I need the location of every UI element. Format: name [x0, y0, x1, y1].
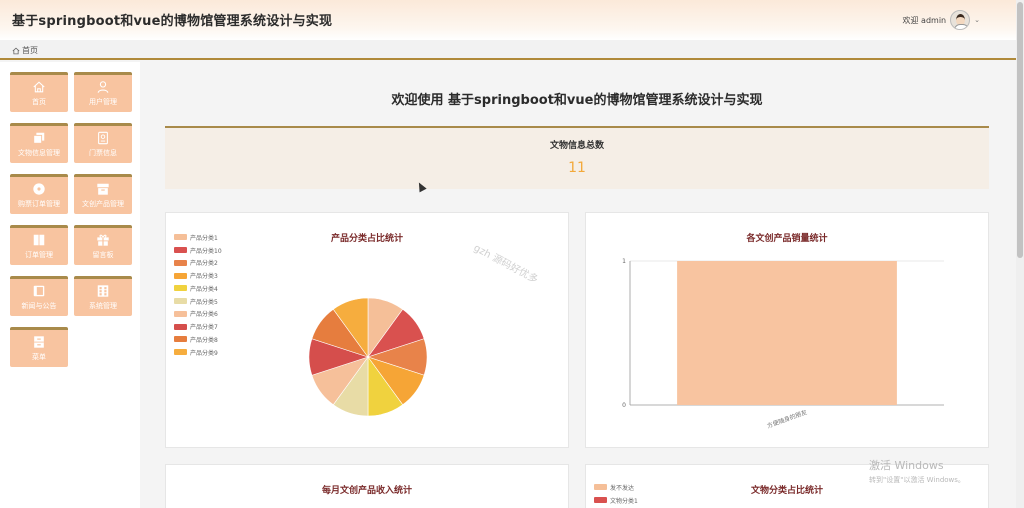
sidebar-item-home[interactable]: 首页 [10, 72, 68, 112]
sidebar-item-label: 留言板 [92, 251, 114, 259]
sidebar-item-ticket-orders[interactable]: 购票订单管理 [10, 174, 68, 214]
avatar[interactable] [950, 10, 971, 30]
sidebar-item-label: 文物信息管理 [18, 149, 60, 157]
ticket-icon [98, 131, 108, 145]
breadcrumb[interactable]: 首页 [12, 45, 38, 56]
sidebar-item-label: 系统管理 [89, 302, 117, 310]
sidebar-item-label: 订单管理 [25, 251, 53, 259]
scrollbar[interactable] [1016, 0, 1024, 508]
sidebar-item-label: 门票信息 [89, 149, 117, 157]
sidebar-item-users[interactable]: 用户管理 [74, 72, 132, 112]
home-icon [12, 47, 20, 54]
top-header: 基于springboot和vue的博物馆管理系统设计与实现 欢迎 admin ⌄ [0, 0, 1016, 40]
activation-title: 激活 Windows [869, 459, 944, 472]
sidebar-item-label: 菜单 [32, 353, 46, 361]
sidebar-item-label: 首页 [32, 98, 46, 106]
relic-count-card: 文物信息总数 11 [165, 126, 989, 189]
welcome-user-text: 欢迎 admin [902, 15, 947, 25]
product-sales-bar-panel: 各文创产品销量统计 0 1 方便随身的朋友 [585, 212, 989, 448]
app-title: 基于springboot和vue的博物馆管理系统设计与实现 [12, 14, 333, 29]
breadcrumb-home[interactable]: 首页 [22, 45, 38, 56]
box-icon [97, 183, 109, 195]
copy-icon [33, 132, 45, 144]
gift-icon [97, 234, 109, 246]
legend-swatch [594, 484, 607, 491]
user-menu[interactable]: 欢迎 admin ⌄ [903, 10, 980, 30]
disc-icon [33, 183, 45, 195]
product-sales-bar-chart[interactable]: 0 1 方便随身的朋友 [586, 213, 990, 449]
notebook-icon [33, 285, 45, 297]
chevron-down-icon[interactable]: ⌄ [974, 16, 980, 24]
book-icon [33, 234, 45, 246]
legend-item[interactable]: 发不发达 [594, 481, 638, 494]
sidebar: 首页 用户管理 文物信息管理 门票信息 购票订单管理 文创产品管理 订单管理 留… [0, 62, 140, 508]
sidebar-item-label: 文创产品管理 [82, 200, 124, 208]
chart-title: 每月文创产品收入统计 [321, 486, 412, 496]
y-tick-label: 0 [622, 402, 626, 409]
sidebar-item-messages[interactable]: 留言板 [74, 225, 132, 265]
sidebar-item-label: 购票订单管理 [18, 200, 60, 208]
legend-item[interactable]: 文物分类1 [594, 494, 638, 507]
user-icon [97, 81, 109, 93]
page-title: 欢迎使用 基于springboot和vue的博物馆管理系统设计与实现 [391, 93, 763, 108]
sidebar-item-system[interactable]: 系统管理 [74, 276, 132, 316]
product-category-pie-chart[interactable] [166, 213, 570, 449]
legend-label: 发不发达 [610, 484, 635, 492]
x-tick-label: 方便随身的朋友 [766, 408, 808, 430]
app-window: 基于springboot和vue的博物馆管理系统设计与实现 欢迎 admin ⌄… [0, 0, 1024, 508]
chart-legend[interactable]: 发不发达文物分类1 [594, 481, 638, 507]
legend-label: 文物分类1 [610, 497, 638, 505]
stat-value: 11 [568, 160, 586, 176]
cabinet-icon [34, 336, 44, 348]
product-category-pie-panel: 产品分类占比统计 产品分类1 产品分类10 产品分类2 产品分类3 产品分类4 产品分类5… [165, 212, 569, 448]
monthly-revenue-panel: 每月文创产品收入统计 [165, 464, 569, 508]
main-content: 欢迎使用 基于springboot和vue的博物馆管理系统设计与实现 文物信息总… [148, 62, 1006, 508]
sidebar-item-label: 新闻与公告 [21, 302, 57, 310]
home-icon [33, 81, 45, 93]
activation-subtitle: 转到"设置"以激活 Windows。 [869, 476, 965, 484]
sidebar-item-news[interactable]: 新闻与公告 [10, 276, 68, 316]
sidebar-item-relics[interactable]: 文物信息管理 [10, 123, 68, 163]
sidebar-item-orders[interactable]: 订单管理 [10, 225, 68, 265]
breadcrumb-bar: 首页 [0, 40, 1016, 60]
grid-icon [97, 285, 109, 297]
windows-activation-notice: 激活 Windows 转到"设置"以激活 Windows。 [869, 457, 965, 485]
y-tick-label: 1 [622, 258, 626, 265]
sidebar-item-menu[interactable]: 菜单 [10, 327, 68, 367]
scrollbar-thumb[interactable] [1017, 2, 1023, 258]
sidebar-item-label: 用户管理 [89, 98, 117, 106]
stat-title: 文物信息总数 [549, 141, 604, 151]
bar[interactable] [677, 261, 897, 405]
legend-swatch [594, 497, 607, 504]
sidebar-item-tickets[interactable]: 门票信息 [74, 123, 132, 163]
sidebar-item-products[interactable]: 文创产品管理 [74, 174, 132, 214]
